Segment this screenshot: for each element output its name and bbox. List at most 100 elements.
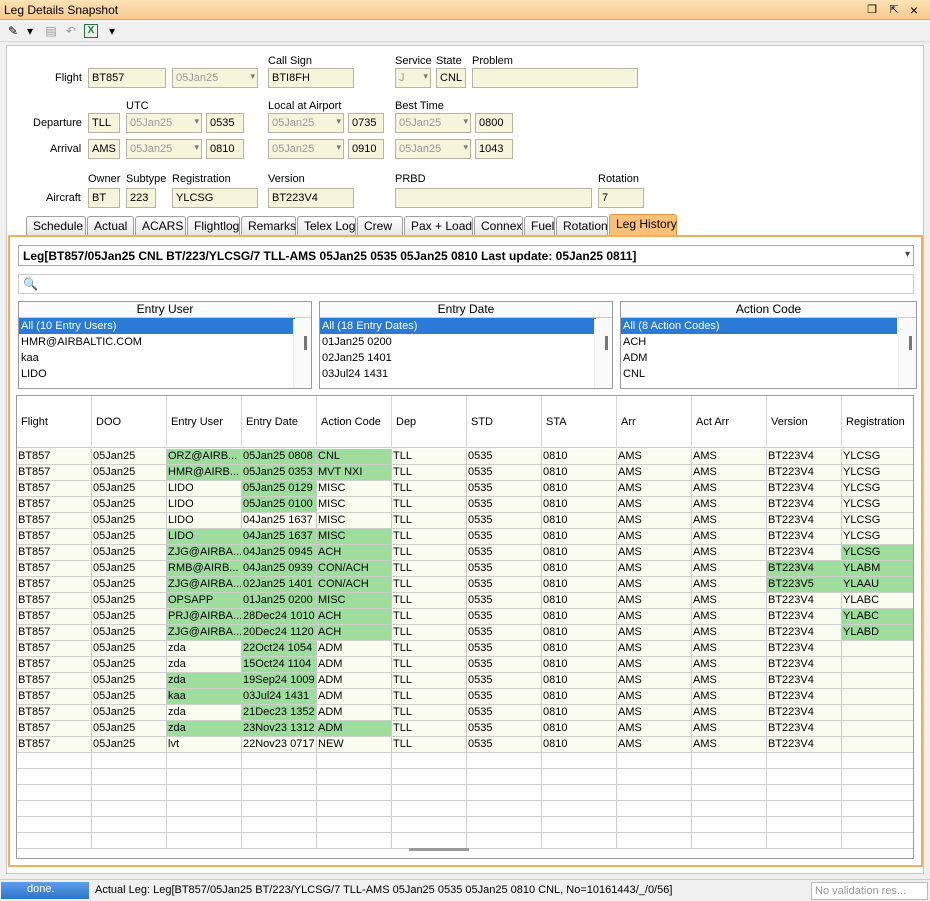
- dep-best-time-field[interactable]: 0800: [475, 113, 513, 133]
- column-header-arr[interactable]: Arr: [617, 396, 692, 448]
- tab-connex[interactable]: Connex: [474, 216, 523, 235]
- pin-icon[interactable]: ⇱: [886, 2, 902, 18]
- table-row[interactable]: BT857 05Jan25 HMR@AIRB... 05Jan25 0353 MVT N…: [17, 465, 913, 481]
- table-row[interactable]: BT857 05Jan25 zda 21Dec23 1352 ADM TLL 0535 081…: [17, 705, 913, 721]
- filter-item[interactable]: All (18 Entry Dates): [320, 318, 596, 334]
- column-header-flight[interactable]: Flight: [17, 396, 92, 448]
- arr-utc-time-field[interactable]: 0810: [206, 139, 244, 159]
- table-row[interactable]: BT857 05Jan25 zda 22Oct24 1054 ADM TLL 0535 081…: [17, 641, 913, 657]
- filter-scrollbar[interactable]: [594, 319, 612, 388]
- table-row[interactable]: BT857 05Jan25 ZJG@AIRBA... 04Jan25 0945 ACH T…: [17, 545, 913, 561]
- table-row[interactable]: BT857 05Jan25 zda 19Sep24 1009 ADM TLL 0535 081…: [17, 673, 913, 689]
- tab-schedule[interactable]: Schedule: [26, 216, 86, 235]
- tab-crew[interactable]: Crew: [357, 216, 403, 235]
- tab-pax-load[interactable]: Pax + Load: [404, 216, 473, 235]
- table-row[interactable]: BT857 05Jan25 LIDO 04Jan25 1637 MISC TLL 0535 0…: [17, 513, 913, 529]
- arr-airport-field[interactable]: AMS: [88, 139, 120, 159]
- filter-item[interactable]: 02Jan25 1401: [320, 350, 596, 366]
- subtype-field[interactable]: 223: [126, 188, 156, 208]
- column-header-registration[interactable]: Registration: [842, 396, 913, 448]
- table-row[interactable]: BT857 05Jan25 lvt 22Nov23 0717 NEW TLL 0535 081…: [17, 737, 913, 753]
- table-row[interactable]: BT857 05Jan25 LIDO 05Jan25 0129 MISC TLL 0535 0…: [17, 481, 913, 497]
- chevron-down-icon[interactable]: ▾: [905, 249, 910, 260]
- save-icon[interactable]: ▤: [42, 22, 60, 40]
- table-row[interactable]: BT857 05Jan25 ZJG@AIRBA... 02Jan25 1401 CON/…: [17, 577, 913, 593]
- dep-airport-field[interactable]: TLL: [88, 113, 120, 133]
- tab-acars[interactable]: ACARS: [135, 216, 186, 235]
- tab-actual[interactable]: Actual: [87, 216, 134, 235]
- edit-dropdown-icon[interactable]: ▾: [24, 22, 36, 40]
- edit-icon[interactable]: ✎: [4, 22, 22, 40]
- column-header-action-code[interactable]: Action Code: [317, 396, 392, 448]
- column-header-version[interactable]: Version: [767, 396, 842, 448]
- column-header-std[interactable]: STD: [467, 396, 542, 448]
- arr-local-time-field[interactable]: 0910: [348, 139, 384, 159]
- tab-fuel[interactable]: Fuel: [524, 216, 555, 235]
- table-row[interactable]: BT857 05Jan25 RMB@AIRB... 04Jan25 0939 CON/A…: [17, 561, 913, 577]
- arr-best-time-field[interactable]: 1043: [475, 139, 513, 159]
- rotation-field[interactable]: 7: [598, 188, 644, 208]
- version-field[interactable]: BT223V4: [268, 188, 354, 208]
- tab-remarks[interactable]: Remarks: [241, 216, 296, 235]
- filter-item[interactable]: ACH: [621, 334, 897, 350]
- filter-item[interactable]: All (10 Entry Users): [19, 318, 295, 334]
- table-row[interactable]: BT857 05Jan25 zda 15Oct24 1104 ADM TLL 0535 081…: [17, 657, 913, 673]
- service-select[interactable]: J ▾: [395, 68, 431, 88]
- callsign-field[interactable]: BTI8FH: [268, 68, 354, 88]
- dep-local-date-field[interactable]: 05Jan25 ▾: [268, 113, 344, 133]
- validation-result[interactable]: No validation res...: [811, 882, 928, 900]
- tab-flightlog[interactable]: Flightlog: [187, 216, 240, 235]
- column-header-act-arr[interactable]: Act Arr: [692, 396, 767, 448]
- table-row[interactable]: BT857 05Jan25 kaa 03Jul24 1431 ADM TLL 0535 081…: [17, 689, 913, 705]
- table-row[interactable]: BT857 05Jan25 PRJ@AIRBA... 28Dec24 1010 ACH T…: [17, 609, 913, 625]
- registration-field[interactable]: YLCSG: [172, 188, 258, 208]
- table-row[interactable]: BT857 05Jan25 LIDO 04Jan25 1637 MISC TLL 0535 0…: [17, 529, 913, 545]
- column-header-entry-date[interactable]: Entry Date: [242, 396, 317, 448]
- tab-rotation[interactable]: Rotation: [556, 216, 608, 235]
- filter-item[interactable]: ADM: [621, 350, 897, 366]
- dep-best-date-field[interactable]: 05Jan25 ▾: [395, 113, 471, 133]
- filter-item[interactable]: HMR@AIRBALTIC.COM: [19, 334, 295, 350]
- flight-field[interactable]: BT857: [88, 68, 166, 88]
- filter-item[interactable]: All (8 Action Codes): [621, 318, 897, 334]
- close-icon[interactable]: ×: [906, 2, 922, 18]
- leg-select[interactable]: Leg[BT857/05Jan25 CNL BT/223/YLCSG/7 TLL…: [18, 245, 914, 266]
- horizontal-scrollbar[interactable]: [409, 848, 469, 851]
- table-row[interactable]: BT857 05Jan25 ZJG@AIRBA... 20Dec24 1120 ACH T…: [17, 625, 913, 641]
- table-row[interactable]: BT857 05Jan25 ORZ@AIRB... 05Jan25 0808 CNL TL…: [17, 449, 913, 465]
- undo-icon[interactable]: ↶: [62, 22, 80, 40]
- column-header-dep[interactable]: Dep: [392, 396, 467, 448]
- owner-field[interactable]: BT: [88, 188, 120, 208]
- dep-utc-date-field[interactable]: 05Jan25 ▾: [126, 113, 202, 133]
- table-row[interactable]: BT857 05Jan25 LIDO 05Jan25 0100 MISC TLL 0535 0…: [17, 497, 913, 513]
- dep-utc-time-field[interactable]: 0535: [206, 113, 244, 133]
- filter-scroll-thumb[interactable]: [909, 336, 912, 350]
- excel-icon[interactable]: X: [84, 24, 98, 38]
- filter-item[interactable]: kaa: [19, 350, 295, 366]
- tab-leg-history[interactable]: Leg History: [609, 214, 677, 235]
- state-field[interactable]: CNL: [436, 68, 466, 88]
- column-header-sta[interactable]: STA: [542, 396, 617, 448]
- table-row[interactable]: BT857 05Jan25 OPSAPP 01Jan25 0200 MISC TLL 053…: [17, 593, 913, 609]
- column-header-entry-user[interactable]: Entry User: [167, 396, 242, 448]
- filter-scroll-thumb[interactable]: [605, 336, 608, 350]
- filter-scrollbar[interactable]: [293, 319, 311, 388]
- column-header-doo[interactable]: DOO: [92, 396, 167, 448]
- filter-item[interactable]: 03Jul24 1431: [320, 366, 596, 382]
- filter-item[interactable]: CNL: [621, 366, 897, 382]
- filter-item[interactable]: LIDO: [19, 366, 295, 382]
- restore-icon[interactable]: ❐: [864, 2, 880, 18]
- arr-utc-date-field[interactable]: 05Jan25 ▾: [126, 139, 202, 159]
- prbd-field[interactable]: [395, 188, 592, 208]
- flight-date-field[interactable]: 05Jan25 ▾: [172, 68, 258, 88]
- arr-local-date-field[interactable]: 05Jan25 ▾: [268, 139, 344, 159]
- table-row[interactable]: BT857 05Jan25 zda 23Nov23 1312 ADM TLL 0535 081…: [17, 721, 913, 737]
- filter-scrollbar[interactable]: [898, 319, 916, 388]
- dep-local-time-field[interactable]: 0735: [348, 113, 384, 133]
- tab-telex-log[interactable]: Telex Log: [297, 216, 356, 235]
- problem-field[interactable]: [472, 68, 638, 88]
- filter-item[interactable]: 01Jan25 0200: [320, 334, 596, 350]
- filter-scroll-thumb[interactable]: [304, 336, 307, 350]
- search-input[interactable]: 🔍: [18, 274, 914, 294]
- arr-best-date-field[interactable]: 05Jan25 ▾: [395, 139, 471, 159]
